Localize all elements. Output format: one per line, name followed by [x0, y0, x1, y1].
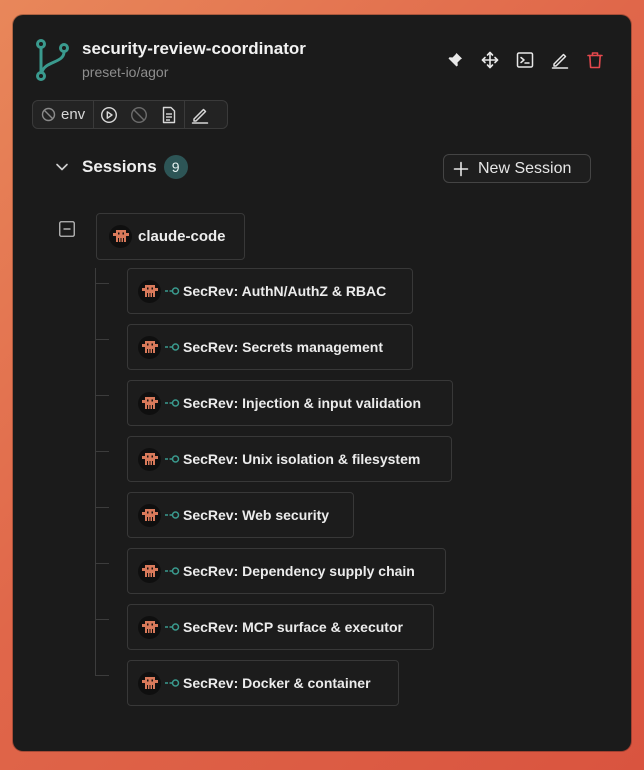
- tree-branch-connector: [95, 283, 109, 284]
- stop-icon: [131, 106, 148, 123]
- edit-button[interactable]: [548, 50, 572, 70]
- child-session-node[interactable]: SecRev: Dependency supply chain: [127, 548, 446, 594]
- sessions-header: Sessions 9: [52, 155, 188, 179]
- child-session-label: SecRev: Unix isolation & filesystem: [183, 451, 421, 467]
- claude-code-icon: [141, 396, 158, 409]
- tree-branch-connector: [95, 451, 109, 452]
- delete-button[interactable]: [583, 50, 607, 70]
- tree-branch-connector: [95, 619, 109, 620]
- edit-icon: [191, 108, 208, 124]
- new-session-button[interactable]: New Session: [443, 154, 591, 183]
- tree-branch-connector: [95, 563, 109, 564]
- plus-icon: [453, 161, 469, 176]
- fork-icon: [165, 343, 180, 351]
- tree-collapse-icon[interactable]: [59, 221, 75, 237]
- child-session-label: SecRev: Web security: [183, 507, 330, 523]
- claude-code-icon: [141, 620, 158, 633]
- tree-branch-connector: [95, 507, 109, 508]
- claude-avatar: [138, 447, 161, 471]
- document-icon: [162, 106, 176, 123]
- claude-avatar: [138, 335, 161, 359]
- fork-icon: [165, 399, 180, 407]
- claude-avatar: [138, 615, 161, 639]
- git-branch-icon: [36, 39, 69, 81]
- fork-icon: [165, 623, 180, 631]
- claude-avatar: [138, 559, 161, 583]
- tree-connector-line: [95, 268, 96, 676]
- environment-toolbar: env: [32, 100, 228, 129]
- root-session-label: claude-code: [138, 228, 226, 245]
- claude-avatar: [138, 671, 161, 695]
- child-session-node[interactable]: SecRev: Injection & input validation: [127, 380, 453, 426]
- claude-code-icon: [141, 564, 158, 577]
- worktree-title: security-review-coordinator: [82, 39, 306, 58]
- tree-branch-connector: [95, 675, 109, 676]
- child-session-label: SecRev: Secrets management: [183, 339, 383, 355]
- disabled-icon: [41, 107, 56, 122]
- fork-icon: [165, 287, 180, 295]
- claude-code-icon: [141, 284, 158, 297]
- env-label: env: [61, 106, 86, 123]
- child-session-label: SecRev: MCP surface & executor: [183, 619, 403, 635]
- child-session-node[interactable]: SecRev: Web security: [127, 492, 354, 538]
- tree-branch-connector: [95, 395, 109, 396]
- pin-icon: [448, 53, 462, 67]
- move-icon: [481, 51, 499, 69]
- claude-avatar: [109, 225, 132, 248]
- env-button[interactable]: env: [33, 101, 95, 128]
- fork-icon: [165, 567, 180, 575]
- claude-avatar: [138, 391, 161, 415]
- claude-code-icon: [141, 676, 158, 689]
- child-session-label: SecRev: Dependency supply chain: [183, 563, 415, 579]
- fork-icon: [165, 511, 180, 519]
- fork-icon: [165, 679, 180, 687]
- terminal-icon: [516, 52, 534, 68]
- play-icon: [101, 106, 118, 123]
- pin-button[interactable]: [443, 50, 467, 70]
- child-session-node[interactable]: SecRev: MCP surface & executor: [127, 604, 434, 650]
- chevron-down-icon: [56, 163, 68, 171]
- header-actions: [443, 50, 607, 70]
- worktree-card: security-review-coordinator preset-io/ag…: [13, 15, 631, 751]
- stop-button[interactable]: [124, 101, 154, 128]
- move-button[interactable]: [478, 50, 502, 70]
- child-session-node[interactable]: SecRev: AuthN/AuthZ & RBAC: [127, 268, 413, 314]
- trash-icon: [587, 52, 603, 69]
- child-session-label: SecRev: Injection & input validation: [183, 395, 422, 411]
- claude-code-icon: [112, 230, 129, 242]
- claude-avatar: [138, 279, 161, 303]
- tree-branch-connector: [95, 339, 109, 340]
- child-session-node[interactable]: SecRev: Docker & container: [127, 660, 399, 706]
- claude-code-icon: [141, 340, 158, 353]
- sessions-label: Sessions: [82, 157, 157, 176]
- child-session-node[interactable]: SecRev: Unix isolation & filesystem: [127, 436, 452, 482]
- terminal-button[interactable]: [513, 50, 537, 70]
- claude-avatar: [138, 503, 161, 527]
- root-session-node[interactable]: claude-code: [96, 213, 245, 260]
- child-session-node[interactable]: SecRev: Secrets management: [127, 324, 413, 370]
- start-button[interactable]: [94, 101, 124, 128]
- claude-code-icon: [141, 508, 158, 521]
- logs-button[interactable]: [154, 101, 184, 128]
- child-session-label: SecRev: Docker & container: [183, 675, 371, 691]
- env-edit-button[interactable]: [184, 101, 214, 128]
- claude-code-icon: [141, 452, 158, 465]
- fork-icon: [165, 455, 180, 463]
- new-session-label: New Session: [478, 159, 572, 177]
- edit-icon: [551, 53, 569, 69]
- sessions-count-badge: 9: [163, 155, 188, 179]
- sessions-collapse-toggle[interactable]: [52, 157, 72, 177]
- child-session-label: SecRev: AuthN/AuthZ & RBAC: [183, 283, 387, 299]
- repo-name: preset-io/agor: [82, 64, 169, 80]
